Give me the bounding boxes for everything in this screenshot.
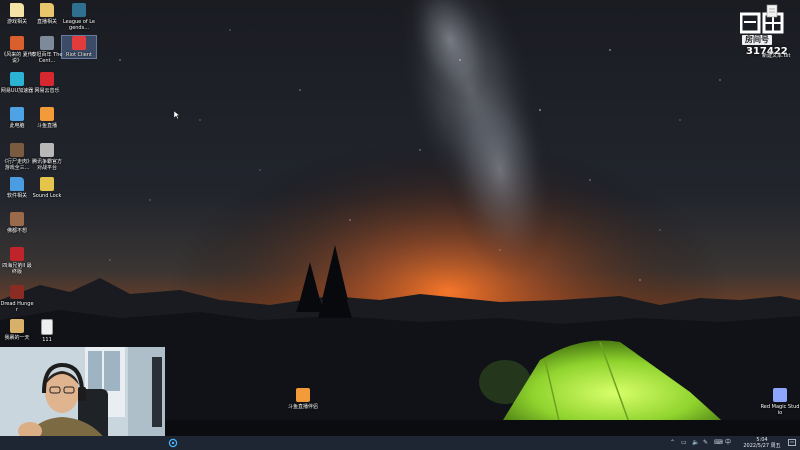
desktop-icon[interactable]: League of Legends... [62,3,96,31]
game-icon [10,212,24,226]
folder-icon [10,177,24,191]
battle-platform-icon [40,143,54,157]
desktop-icon-label: Red Magic Studio [760,404,800,416]
game-icon [40,36,54,50]
league-of-legends-icon [72,3,86,17]
desktop-icon-label: 网易云音乐 [34,88,60,94]
mouse-cursor-icon [174,111,180,119]
desktop-icon[interactable]: 网易云音乐 [30,72,64,94]
text-file-icon [41,319,53,335]
desktop-icon-label: 《行尸走肉》 游戏全三... [1,159,32,171]
netease-music-icon [40,72,54,86]
folder-icon [10,3,24,17]
sound-lock-icon [40,177,54,191]
pen-icon[interactable]: ✎ [703,439,708,447]
desktop-icon-label: 斗鱼直播伴侣 [287,404,318,410]
notification-icon[interactable] [788,439,796,447]
desktop-icon[interactable]: 游戏相关 [0,3,34,25]
desktop-icon[interactable]: Red Magic Studio [760,388,800,416]
dread-hunger-icon [10,285,24,299]
desktop-icon-label: 直播相关 [36,19,57,25]
text-file-label: 新建文本.txt [762,53,791,59]
desktop-icon-label: 游戏相关 [6,19,27,25]
network-icon[interactable]: ▭ [681,439,687,447]
game-icon [10,319,24,333]
ime-indicator[interactable]: 中 [725,439,731,447]
desktop-icon[interactable]: Dread Hunger [0,285,34,313]
taskbar: ⌃ ▭ 🔈 ✎ ⌨ 中 5:04 2022/5/27 周五 [0,436,800,450]
desktop-icon-label: 斗鱼直播 [36,123,57,129]
douyu-companion-icon [296,388,310,402]
streamer-webcam-image [0,347,165,450]
desktop-icon-label: 网易UU加速器 [0,88,34,94]
desktop-icon[interactable]: 《行尸走肉》 游戏全三... [0,143,34,171]
desktop-icon-label: 佛都不想 [6,228,27,234]
desktop-icon[interactable]: 此电脑 [0,107,34,129]
desktop-icon-label: 111 [42,337,52,343]
desktop-icon-label: 四海兄弟II 最 终版 [2,263,32,275]
game-icon [10,36,24,50]
desktop-icon[interactable]: 佛都不想 [0,212,34,234]
desktop-icon-label: 我裹的一天 [4,335,30,341]
desktop-icon[interactable]: 泰坦百年 The Cent... [30,36,64,64]
room-number-label: 房间号 [742,35,772,45]
desktop-icon-label: Dread Hunger [0,301,34,313]
system-tray: ⌃ ▭ 🔈 ✎ ⌨ 中 5:04 2022/5/27 周五 [668,436,800,450]
desktop-icon[interactable]: 我裹的一天 [0,319,34,341]
desktop-icon[interactable]: 111 [30,319,64,343]
desktop-icon-label: 《风来的 夏传说》 [1,52,33,64]
desktop-icon[interactable]: 四海兄弟II 最 终版 [0,247,34,275]
desktop-icon-label: League of Legends... [62,19,96,31]
desktop-icon-label: Riot Client [66,52,92,58]
desktop-icon-label: Sound Lock [32,193,62,199]
red-magic-studio-icon [773,388,787,402]
desktop-icon[interactable]: 腾讯争霸官方 对战平台 [30,143,64,171]
input-icon[interactable]: ⌨ [714,439,723,447]
desktop-icon[interactable]: 网易UU加速器 [0,72,34,94]
speaker-icon[interactable]: 🔈 [692,439,699,447]
desktop-icon-label: 腾讯争霸官方 对战平台 [31,159,62,171]
folder-icon [40,3,54,17]
clock[interactable]: 5:04 2022/5/27 周五 [738,437,786,449]
webcam-feed [0,347,165,450]
game-icon [10,143,24,157]
douyu-icon [40,107,54,121]
desktop-icon[interactable]: 斗鱼直播伴侣 [283,388,323,410]
text-file-icon[interactable] [766,4,778,18]
desktop-icon[interactable]: Sound Lock [30,177,64,199]
chevron-up-icon[interactable]: ⌃ [670,439,675,447]
riot-client-icon [72,36,86,50]
desktop-icon[interactable]: 直播相关 [30,3,64,25]
this-pc-icon [10,107,24,121]
desktop-icon-label: 泰坦百年 The Cent... [31,52,63,64]
desktop-icon[interactable]: Riot Client [61,35,97,59]
desktop-icon[interactable]: 软件相关 [0,177,34,199]
search-icon[interactable] [168,438,178,448]
desktop-icon-label: 此电脑 [9,123,25,129]
game-icon [10,247,24,261]
desktop-icon[interactable]: 《风来的 夏传说》 [0,36,34,64]
desktop-icon[interactable]: 斗鱼直播 [30,107,64,129]
desktop-icon-label: 软件相关 [6,193,27,199]
uu-accelerator-icon [10,72,24,86]
clock-date: 2022/5/27 周五 [743,443,781,449]
